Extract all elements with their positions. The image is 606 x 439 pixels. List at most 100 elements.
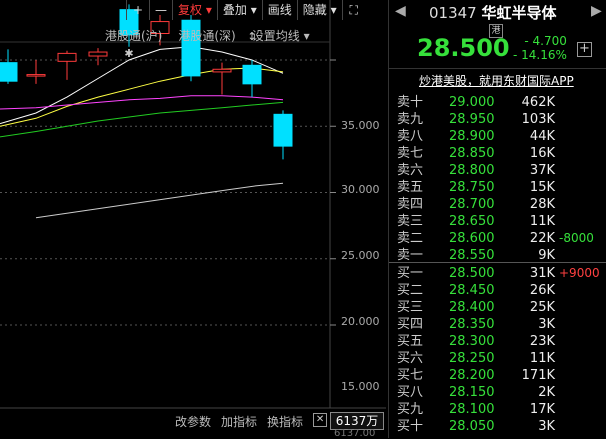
level-label: 买六: [397, 351, 424, 366]
ask-row[interactable]: 卖九 28.950 103K: [389, 111, 606, 128]
next-stock-icon[interactable]: ▶: [591, 3, 602, 19]
level-label: 卖九: [397, 112, 424, 127]
level-volume: 37K: [529, 163, 555, 178]
level-label: 买一: [397, 266, 424, 281]
level-label: 卖三: [397, 214, 424, 229]
switch-indicator-button[interactable]: 换指标: [267, 413, 303, 430]
y-tick-label: 25.000: [341, 249, 380, 262]
ma-settings-dropdown[interactable]: 设置均线 ▾: [252, 27, 310, 44]
level-volume: 11K: [529, 214, 555, 229]
level-label: 卖六: [397, 163, 424, 178]
level-price: 28.450: [449, 283, 495, 298]
ask-row[interactable]: 卖八 28.900 44K: [389, 128, 606, 145]
level-price: 29.000: [449, 95, 495, 110]
bid-row[interactable]: 买一 28.500 31K +9000: [389, 265, 606, 282]
level-price: 28.800: [449, 163, 495, 178]
candle-body: [57, 52, 77, 62]
bid-row[interactable]: 买三 28.400 25K: [389, 299, 606, 316]
close-icon[interactable]: ✕: [313, 413, 328, 427]
level-label: 买八: [397, 385, 424, 400]
level-volume: 171K: [521, 368, 555, 383]
ask-row[interactable]: 卖十 29.000 462K: [389, 94, 606, 111]
kline-chart[interactable]: ✱↕: [0, 0, 386, 438]
level-volume: 2K: [538, 385, 555, 400]
change-percent: - 14.16%: [513, 48, 567, 62]
promo-link[interactable]: 炒港美股，就用东财国际APP: [419, 72, 574, 89]
level-volume: 3K: [538, 317, 555, 332]
draw-line-button[interactable]: 画线: [261, 0, 297, 20]
ask-row[interactable]: 卖二 28.600 22K -8000: [389, 230, 606, 247]
hk-connect-sz-link[interactable]: 港股通(深): [178, 27, 235, 44]
chevron-down-icon: ▾: [250, 3, 257, 17]
level-price: 28.200: [449, 368, 495, 383]
level-price: 28.250: [449, 351, 495, 366]
candle-body: [26, 74, 46, 77]
ask-row[interactable]: 卖三 28.650 11K: [389, 213, 606, 230]
overlay-label: 叠加: [222, 3, 247, 17]
level-price: 28.850: [449, 146, 495, 161]
ask-row[interactable]: 卖五 28.750 15K: [389, 179, 606, 196]
level-price: 28.750: [449, 180, 495, 195]
hk-connect-sh-link[interactable]: 港股通(沪): [105, 27, 162, 44]
level-label: 买二: [397, 283, 424, 298]
level-volume: 25K: [529, 300, 555, 315]
bid-row[interactable]: 买九 28.100 17K: [389, 401, 606, 418]
add-indicator-button[interactable]: 加指标: [221, 413, 257, 430]
bid-row[interactable]: 买七 28.200 171K: [389, 367, 606, 384]
stock-code: 01347: [429, 4, 477, 22]
ask-row[interactable]: 卖七 28.850 16K: [389, 145, 606, 162]
divider: [389, 262, 606, 263]
candle-body: [242, 64, 262, 85]
level-volume: 28K: [529, 197, 555, 212]
level-price: 28.100: [449, 402, 495, 417]
level-volume: 3K: [538, 419, 555, 434]
indicator-bar: 改参数 加指标 换指标 ✕: [175, 413, 328, 430]
level-price: 28.500: [449, 266, 495, 281]
add-watchlist-button[interactable]: +: [577, 42, 592, 57]
hide-dropdown[interactable]: 隐藏 ▾: [296, 0, 342, 20]
bid-row[interactable]: 买四 28.350 3K: [389, 316, 606, 333]
level-volume: 462K: [521, 95, 555, 110]
fuquan-label: 复权: [178, 3, 203, 17]
y-tick-label: 20.000: [341, 315, 380, 328]
ma-line-ma250: [35, 182, 284, 219]
level-label: 买七: [397, 368, 424, 383]
level-volume: 103K: [521, 112, 555, 127]
fuquan-dropdown[interactable]: 复权 ▾: [172, 0, 217, 20]
zoom-in-button[interactable]: +: [126, 0, 149, 20]
level-price: 28.400: [449, 300, 495, 315]
prev-stock-icon[interactable]: ◀: [395, 3, 406, 19]
level-volume: 26K: [529, 283, 555, 298]
bid-row[interactable]: 买五 28.300 23K: [389, 333, 606, 350]
ask-row[interactable]: 卖六 28.800 37K: [389, 162, 606, 179]
level-volume: 11K: [529, 351, 555, 366]
chevron-down-icon: ▾: [303, 29, 310, 43]
zoom-out-button[interactable]: —: [149, 0, 172, 20]
level-label: 买九: [397, 402, 424, 417]
level-volume: 17K: [529, 402, 555, 417]
y-tick-label: 15.000: [341, 380, 380, 393]
expand-icon[interactable]: ⛶: [341, 0, 365, 20]
level-label: 卖十: [397, 95, 424, 110]
change-params-button[interactable]: 改参数: [175, 413, 211, 430]
level-price: 28.900: [449, 129, 495, 144]
chart-links: 港股通(沪) 港股通(深) 设置均线 ▾: [105, 27, 310, 44]
candle-body: [0, 62, 18, 82]
kline-chart-panel[interactable]: ✱ ↕ + — 复权 ▾ 叠加 ▾ 画线 隐藏 ▾ ⛶ 港股通(沪) 港股通(深)…: [0, 0, 386, 439]
bid-row[interactable]: 买十 28.050 3K: [389, 418, 606, 435]
overlay-dropdown[interactable]: 叠加 ▾: [216, 0, 262, 20]
current-price: 28.500: [417, 34, 510, 62]
chevron-down-icon: ▾: [330, 3, 337, 17]
level-volume: 16K: [529, 146, 555, 161]
candle-body: [273, 113, 293, 147]
price-change: - 4.700 - 14.16%: [513, 34, 567, 62]
ma-line-ma5: [0, 46, 284, 125]
level-label: 买四: [397, 317, 424, 332]
bid-row[interactable]: 买六 28.250 11K: [389, 350, 606, 367]
bid-row[interactable]: 买二 28.450 26K: [389, 282, 606, 299]
level-label: 买三: [397, 300, 424, 315]
ask-row[interactable]: 卖四 28.700 28K: [389, 196, 606, 213]
level-label: 卖八: [397, 129, 424, 144]
level-volume: 22K: [529, 231, 555, 246]
bid-row[interactable]: 买八 28.150 2K: [389, 384, 606, 401]
